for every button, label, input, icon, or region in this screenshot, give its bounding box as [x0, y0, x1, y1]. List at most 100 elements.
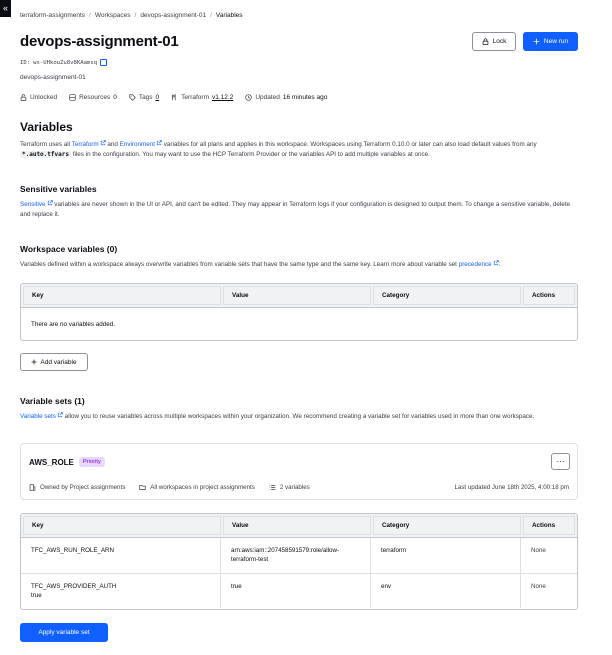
variable-key-line: TFC_AWS_PROVIDER_AUTH — [31, 583, 117, 590]
variable-key-line: true — [31, 592, 42, 599]
column-header-value: Value — [223, 286, 371, 305]
table-row: TFC_AWS_RUN_ROLE_ARN arn:aws:iam::207458… — [21, 538, 577, 574]
plus-icon — [32, 359, 37, 365]
more-actions-button[interactable]: ··· — [551, 453, 570, 470]
terraform-icon — [172, 94, 176, 101]
lock-button-label: Lock — [492, 38, 507, 45]
column-header-value: Value — [223, 516, 371, 535]
variables-heading: Variables — [20, 120, 73, 134]
variable-actions: None — [531, 583, 546, 590]
lock-status: Unlocked — [20, 94, 57, 101]
variable-set-variables-table: Key Value Category Actions TFC_AWS_RUN_R… — [20, 513, 578, 610]
variable-value: true — [223, 574, 371, 608]
breadcrumb-separator: / — [134, 12, 137, 19]
tags-label: Tags — [138, 94, 153, 101]
table-header: Key Value Category Actions — [21, 284, 577, 308]
column-header-actions: Actions — [523, 286, 575, 305]
lock-icon — [482, 38, 488, 45]
workspace-id-label: ID: — [20, 59, 31, 66]
variable-value: arn:aws:iam::207458591579:role/allow- te… — [223, 538, 371, 573]
add-variable-label: Add variable — [40, 358, 77, 366]
variable-category: terraform — [373, 538, 521, 573]
empty-state: There are no variables added. — [31, 320, 116, 328]
variable-sets-link[interactable]: Variable sets — [20, 413, 56, 420]
workspace-variables-description: Variables defined within a workspace alw… — [20, 260, 501, 268]
variable-set-card: AWS_ROLE Priority ··· Owned by Project a… — [20, 443, 578, 500]
column-header-key: Key — [23, 516, 221, 535]
tags-value[interactable]: 0 — [156, 94, 160, 101]
column-header-category: Category — [373, 286, 521, 305]
column-header-actions: Actions — [523, 516, 575, 535]
owner-text: Owned by Project assignments — [40, 484, 126, 491]
priority-badge: Priority — [78, 457, 105, 467]
apply-variable-set-button[interactable]: Apply variable set — [20, 623, 108, 642]
lock-button[interactable]: Lock — [472, 32, 516, 51]
variable-sets-heading: Variable sets (1) — [20, 396, 85, 406]
breadcrumb: terraform-assignments / Workspaces / devops-… — [20, 12, 243, 19]
sensitive-description: Sensitive variables are never shown in t… — [20, 200, 571, 218]
breadcrumb-separator: / — [89, 12, 91, 19]
breadcrumb-separator: / — [210, 12, 212, 19]
variable-key: TFC_AWS_RUN_ROLE_ARN — [23, 538, 221, 573]
tfvars-code: *.auto.tfvars — [20, 151, 71, 158]
workspace-description: devops-assignment-01 — [20, 74, 86, 81]
history-icon — [245, 94, 252, 101]
add-variable-button[interactable]: Add variable — [20, 353, 88, 371]
resources-label: Resources — [79, 94, 111, 101]
resources-count: Resources 0 — [69, 94, 117, 101]
variable-key: TFC_AWS_PROVIDER_AUTH true — [23, 574, 221, 608]
new-run-button-label: New run — [543, 38, 569, 45]
sensitive-heading: Sensitive variables — [20, 184, 97, 194]
breadcrumb-workspace[interactable]: devops-assignment-01 — [140, 12, 206, 19]
breadcrumb-org[interactable]: terraform-assignments — [20, 12, 85, 19]
unlock-icon — [20, 94, 27, 101]
variable-actions: None — [531, 547, 546, 554]
owner-info: Owned by Project assignments — [29, 484, 125, 491]
variable-count: 2 variables — [269, 484, 310, 491]
environment-variables-link[interactable]: Environment — [120, 141, 155, 148]
variable-set-title: AWS_ROLE Priority — [29, 457, 105, 467]
workspace-variables-heading: Workspace variables (0) — [20, 244, 118, 254]
table-row: TFC_AWS_PROVIDER_AUTH true true env None — [21, 574, 577, 608]
terraform-variables-link[interactable]: Terraform — [72, 141, 99, 148]
terraform-label: Terraform — [181, 94, 209, 101]
tag-icon — [129, 94, 136, 101]
plus-icon — [533, 38, 540, 45]
updated-value: 16 minutes ago — [282, 94, 328, 101]
variable-set-meta: Owned by Project assignments All workspa… — [29, 484, 569, 491]
breadcrumb-current: Variables — [215, 12, 243, 19]
terraform-version-link[interactable]: v1.12.2 — [212, 94, 233, 101]
last-updated: Last updated June 18th 2025, 4:00:18 pm — [454, 484, 569, 491]
variable-sets-description: Variable sets allow you to reuse variabl… — [20, 412, 535, 420]
breadcrumb-workspaces[interactable]: Workspaces — [95, 12, 131, 19]
workspace-id: ID: ws-UHkouZu8v8KAamsq — [20, 59, 108, 66]
resources-value: 0 — [113, 94, 117, 101]
page-title: devops-assignment-01 — [20, 33, 179, 50]
list-icon — [269, 485, 276, 490]
building-icon — [29, 484, 36, 491]
scope-text: All workspaces in project assignments — [150, 484, 255, 491]
variables-description: Terraform uses all Terraform and Environ… — [20, 140, 537, 158]
variable-set-name: AWS_ROLE — [29, 457, 74, 467]
scope-info: All workspaces in project assignments — [139, 484, 255, 491]
tags-count: Tags 0 — [129, 94, 159, 101]
updated-label: Updated — [255, 94, 280, 101]
variable-count-text: 2 variables — [279, 484, 310, 491]
terraform-version: Terraform v1.12.2 — [171, 94, 233, 101]
lock-status-text: Unlocked — [30, 94, 58, 101]
variable-value-line: terraform-test — [231, 556, 269, 563]
workspace-variables-table: Key Value Category Actions There are no … — [20, 283, 578, 341]
table-header: Key Value Category Actions — [21, 514, 577, 538]
updated-time: Updated 16 minutes ago — [245, 94, 327, 101]
copy-icon[interactable] — [100, 59, 108, 66]
new-run-button[interactable]: New run — [523, 32, 578, 51]
sensitive-link[interactable]: Sensitive — [20, 201, 46, 208]
resources-icon — [69, 94, 76, 101]
variable-category: env — [373, 574, 521, 608]
folder-icon — [139, 485, 146, 490]
workspace-id-value: ws-UHkouZu8v8KAamsq — [33, 59, 98, 66]
variable-value-line: arn:aws:iam::207458591579:role/allow- — [231, 547, 340, 554]
sidebar-toggle-button[interactable]: « — [0, 0, 11, 17]
workspace-meta: Unlocked Resources 0 Tags 0 Terraform v1… — [20, 94, 339, 101]
precedence-link[interactable]: precedence — [459, 261, 492, 268]
